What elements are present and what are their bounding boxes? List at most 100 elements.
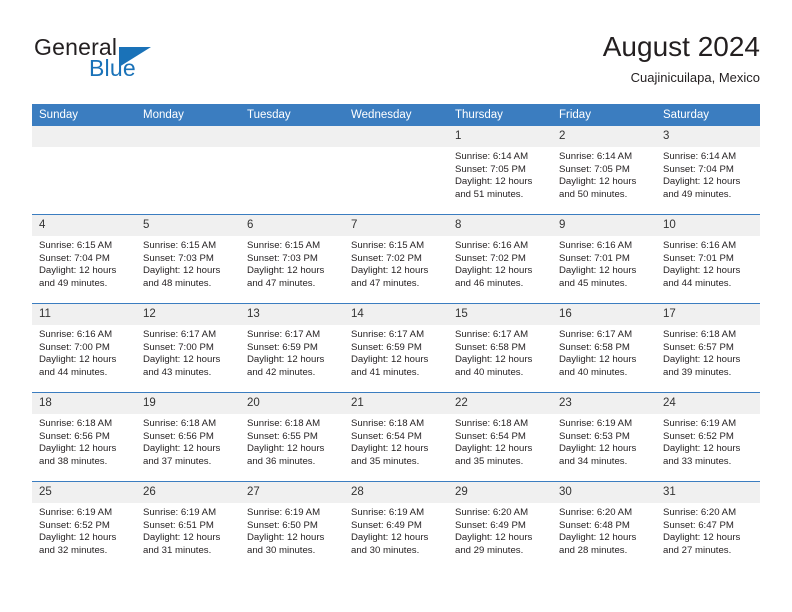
daylight-text: Daylight: 12 hours and 42 minutes. xyxy=(247,354,325,378)
sunset-text: Sunset: 6:50 PM xyxy=(247,519,318,531)
calendar-day-cell[interactable]: 2 Sunrise: 6:14 AM Sunset: 7:05 PM Daylight… xyxy=(552,126,656,215)
day-details: Sunrise: 6:17 AM Sunset: 6:59 PM Daylight:… xyxy=(240,325,344,379)
day-number: 15 xyxy=(448,304,552,325)
calendar-day-cell[interactable]: 13 Sunrise: 6:17 AM Sunset: 6:59 PM Dayligh… xyxy=(240,303,344,393)
calendar-day-cell[interactable]: 22 Sunrise: 6:18 AM Sunset: 6:54 PM Dayligh… xyxy=(448,392,552,482)
calendar-day-cell[interactable]: 10 Sunrise: 6:16 AM Sunset: 7:01 PM Dayligh… xyxy=(656,214,760,304)
daylight-text: Daylight: 12 hours and 40 minutes. xyxy=(559,354,637,378)
daylight-text: Daylight: 12 hours and 47 minutes. xyxy=(247,265,325,289)
sunset-text: Sunset: 6:59 PM xyxy=(351,341,422,353)
day-number: 12 xyxy=(136,304,240,325)
calendar-week-row: 25 Sunrise: 6:19 AM Sunset: 6:52 PM Dayligh… xyxy=(32,481,760,570)
sunset-text: Sunset: 6:56 PM xyxy=(143,430,214,442)
calendar-day-cell[interactable]: 23 Sunrise: 6:19 AM Sunset: 6:53 PM Dayligh… xyxy=(552,392,656,482)
calendar-day-cell[interactable]: 6 Sunrise: 6:15 AM Sunset: 7:03 PM Daylight… xyxy=(240,214,344,304)
calendar-day-cell[interactable]: 28 Sunrise: 6:19 AM Sunset: 6:49 PM Dayligh… xyxy=(344,481,448,570)
daylight-text: Daylight: 12 hours and 33 minutes. xyxy=(663,443,741,467)
sunrise-text: Sunrise: 6:18 AM xyxy=(39,418,113,429)
calendar-day-cell[interactable]: 7 Sunrise: 6:15 AM Sunset: 7:02 PM Daylight… xyxy=(344,214,448,304)
calendar-grid: Sunday Monday Tuesday Wednesday Thursday Frid… xyxy=(32,104,760,570)
day-number: 31 xyxy=(656,482,760,503)
calendar-day-cell[interactable]: 31 Sunrise: 6:20 AM Sunset: 6:47 PM Dayligh… xyxy=(656,481,760,570)
calendar-day-cell[interactable]: 11 Sunrise: 6:16 AM Sunset: 7:00 PM Dayligh… xyxy=(32,303,136,393)
sunrise-text: Sunrise: 6:19 AM xyxy=(559,418,633,429)
calendar-day-cell[interactable]: 8 Sunrise: 6:16 AM Sunset: 7:02 PM Daylight… xyxy=(448,214,552,304)
calendar-day-cell[interactable]: 4 Sunrise: 6:15 AM Sunset: 7:04 PM Daylight… xyxy=(32,214,136,304)
calendar-day-cell[interactable]: 29 Sunrise: 6:20 AM Sunset: 6:49 PM Dayligh… xyxy=(448,481,552,570)
day-details: Sunrise: 6:18 AM Sunset: 6:54 PM Daylight:… xyxy=(448,414,552,468)
sunset-text: Sunset: 6:58 PM xyxy=(455,341,526,353)
calendar-day-cell[interactable]: 18 Sunrise: 6:18 AM Sunset: 6:56 PM Dayligh… xyxy=(32,392,136,482)
day-details: Sunrise: 6:15 AM Sunset: 7:04 PM Daylight:… xyxy=(32,236,136,290)
calendar-day-cell[interactable]: 12 Sunrise: 6:17 AM Sunset: 7:00 PM Dayligh… xyxy=(136,303,240,393)
sunset-text: Sunset: 6:49 PM xyxy=(455,519,526,531)
day-number: 14 xyxy=(344,304,448,325)
calendar-day-cell[interactable]: 17 Sunrise: 6:18 AM Sunset: 6:57 PM Dayligh… xyxy=(656,303,760,393)
calendar-page: General Blue August 2024 Cuajinicuilapa,… xyxy=(0,0,792,612)
sunset-text: Sunset: 6:51 PM xyxy=(143,519,214,531)
weekday-header-wednesday: Wednesday xyxy=(344,104,448,126)
day-number: 24 xyxy=(656,393,760,414)
daylight-text: Daylight: 12 hours and 44 minutes. xyxy=(663,265,741,289)
day-number: 11 xyxy=(32,304,136,325)
day-number: 3 xyxy=(656,126,760,147)
calendar-day-cell[interactable]: 27 Sunrise: 6:19 AM Sunset: 6:50 PM Dayligh… xyxy=(240,481,344,570)
day-details: Sunrise: 6:19 AM Sunset: 6:52 PM Daylight:… xyxy=(656,414,760,468)
calendar-day-cell[interactable]: 3 Sunrise: 6:14 AM Sunset: 7:04 PM Daylight… xyxy=(656,126,760,215)
sunset-text: Sunset: 6:58 PM xyxy=(559,341,630,353)
day-details: Sunrise: 6:15 AM Sunset: 7:03 PM Daylight:… xyxy=(136,236,240,290)
day-details: Sunrise: 6:18 AM Sunset: 6:56 PM Daylight:… xyxy=(136,414,240,468)
page-title: August 2024 xyxy=(602,31,760,62)
daylight-text: Daylight: 12 hours and 30 minutes. xyxy=(247,532,325,556)
sunrise-text: Sunrise: 6:16 AM xyxy=(559,240,633,251)
calendar-day-cell[interactable]: 15 Sunrise: 6:17 AM Sunset: 6:58 PM Dayligh… xyxy=(448,303,552,393)
general-blue-logo[interactable]: General Blue xyxy=(32,34,252,90)
day-number: 2 xyxy=(552,126,656,147)
calendar-day-cell[interactable]: 1 Sunrise: 6:14 AM Sunset: 7:05 PM Daylight… xyxy=(448,126,552,215)
day-number xyxy=(136,126,240,147)
weekday-header-sunday: Sunday xyxy=(32,104,136,126)
sunrise-text: Sunrise: 6:18 AM xyxy=(455,418,529,429)
daylight-text: Daylight: 12 hours and 49 minutes. xyxy=(663,176,741,200)
calendar-day-cell[interactable]: 26 Sunrise: 6:19 AM Sunset: 6:51 PM Dayligh… xyxy=(136,481,240,570)
daylight-text: Daylight: 12 hours and 36 minutes. xyxy=(247,443,325,467)
calendar-week-row: 4 Sunrise: 6:15 AM Sunset: 7:04 PM Daylight… xyxy=(32,214,760,304)
sunset-text: Sunset: 7:03 PM xyxy=(247,252,318,264)
day-details: Sunrise: 6:19 AM Sunset: 6:51 PM Daylight:… xyxy=(136,503,240,557)
day-number xyxy=(32,126,136,147)
calendar-day-cell[interactable]: 25 Sunrise: 6:19 AM Sunset: 6:52 PM Dayligh… xyxy=(32,481,136,570)
daylight-text: Daylight: 12 hours and 43 minutes. xyxy=(143,354,221,378)
sunrise-text: Sunrise: 6:17 AM xyxy=(351,329,425,340)
day-number: 4 xyxy=(32,215,136,236)
calendar-day-cell[interactable]: 20 Sunrise: 6:18 AM Sunset: 6:55 PM Dayligh… xyxy=(240,392,344,482)
calendar-day-cell[interactable]: 5 Sunrise: 6:15 AM Sunset: 7:03 PM Daylight… xyxy=(136,214,240,304)
day-details: Sunrise: 6:19 AM Sunset: 6:50 PM Daylight:… xyxy=(240,503,344,557)
sunset-text: Sunset: 6:54 PM xyxy=(351,430,422,442)
calendar-day-cell[interactable]: 30 Sunrise: 6:20 AM Sunset: 6:48 PM Dayligh… xyxy=(552,481,656,570)
day-details: Sunrise: 6:18 AM Sunset: 6:56 PM Daylight:… xyxy=(32,414,136,468)
calendar-day-cell[interactable]: 21 Sunrise: 6:18 AM Sunset: 6:54 PM Dayligh… xyxy=(344,392,448,482)
daylight-text: Daylight: 12 hours and 41 minutes. xyxy=(351,354,429,378)
day-number: 26 xyxy=(136,482,240,503)
sunrise-text: Sunrise: 6:18 AM xyxy=(143,418,217,429)
calendar-day-cell[interactable]: 9 Sunrise: 6:16 AM Sunset: 7:01 PM Daylight… xyxy=(552,214,656,304)
sunrise-text: Sunrise: 6:15 AM xyxy=(351,240,425,251)
calendar-day-cell-empty xyxy=(344,126,448,215)
sunset-text: Sunset: 6:57 PM xyxy=(663,341,734,353)
logo-text-blue: Blue xyxy=(89,55,136,81)
day-number: 7 xyxy=(344,215,448,236)
day-number: 20 xyxy=(240,393,344,414)
calendar-day-cell[interactable]: 14 Sunrise: 6:17 AM Sunset: 6:59 PM Dayligh… xyxy=(344,303,448,393)
calendar-day-cell[interactable]: 16 Sunrise: 6:17 AM Sunset: 6:58 PM Dayligh… xyxy=(552,303,656,393)
calendar-week-row: 1 Sunrise: 6:14 AM Sunset: 7:05 PM Daylight… xyxy=(32,126,760,215)
day-details: Sunrise: 6:14 AM Sunset: 7:05 PM Daylight:… xyxy=(448,147,552,201)
calendar-day-cell[interactable]: 19 Sunrise: 6:18 AM Sunset: 6:56 PM Dayligh… xyxy=(136,392,240,482)
weekday-header-friday: Friday xyxy=(552,104,656,126)
day-number: 8 xyxy=(448,215,552,236)
daylight-text: Daylight: 12 hours and 48 minutes. xyxy=(143,265,221,289)
day-details: Sunrise: 6:16 AM Sunset: 7:02 PM Daylight:… xyxy=(448,236,552,290)
day-number: 19 xyxy=(136,393,240,414)
sunrise-text: Sunrise: 6:15 AM xyxy=(143,240,217,251)
calendar-day-cell[interactable]: 24 Sunrise: 6:19 AM Sunset: 6:52 PM Dayligh… xyxy=(656,392,760,482)
sunrise-text: Sunrise: 6:18 AM xyxy=(351,418,425,429)
